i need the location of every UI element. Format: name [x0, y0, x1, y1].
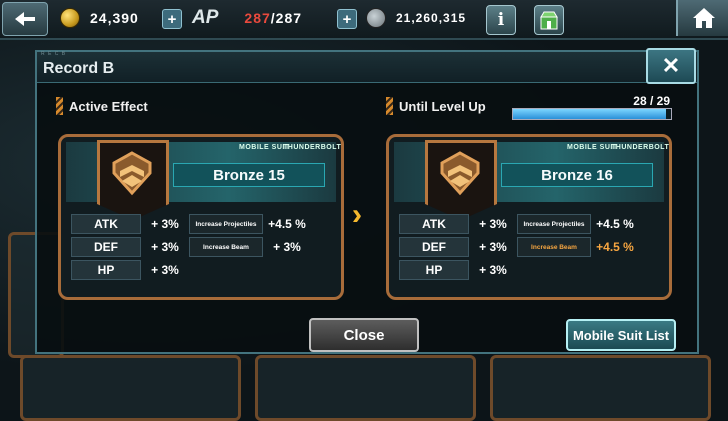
- stat-name: ATK: [399, 214, 469, 234]
- gold-value: 24,390: [90, 10, 139, 26]
- stat-name: ATK: [71, 214, 141, 234]
- active-effect-label: Active Effect: [69, 98, 148, 114]
- shop-button[interactable]: [534, 5, 564, 35]
- stat-name: HP: [399, 260, 469, 280]
- stat-value: + 3%: [479, 263, 507, 277]
- top-bar: 24,390 + AP 287 /287 + 21,260,315 i: [0, 0, 728, 40]
- title-tiny-label: R E C B: [41, 51, 67, 57]
- add-ap-button[interactable]: +: [337, 9, 357, 29]
- background-card: [255, 355, 476, 421]
- until-level-up-tag: Until Level Up: [386, 95, 486, 117]
- close-button[interactable]: Close: [309, 318, 419, 352]
- ap-label: AP: [192, 7, 219, 28]
- effect-name: Increase Beam: [189, 237, 263, 257]
- back-arrow-icon: [15, 12, 35, 26]
- effect-value: +4.5 %: [596, 217, 634, 231]
- stat-value: + 3%: [151, 240, 179, 254]
- crystal-icon: [366, 8, 386, 28]
- thunderbolt-logo: THUNDERBOLT: [611, 144, 670, 151]
- ap-max: /287: [270, 10, 303, 26]
- stat-row-atk: ATK + 3% Increase Projectiles +4.5 %: [71, 214, 311, 234]
- current-rank-card: MOBILE SUIT THUNDERBOLT Bronze 15 ATK + …: [58, 134, 344, 300]
- exp-progress-fill: [513, 109, 666, 119]
- back-button[interactable]: [2, 2, 48, 36]
- mobile-suit-list-button[interactable]: Mobile Suit List: [566, 319, 676, 351]
- next-rank-label: Bronze 16: [501, 163, 653, 187]
- info-icon: i: [497, 10, 505, 30]
- effect-value-highlighted: +4.5 %: [596, 240, 634, 254]
- exp-progress-bar: [512, 108, 672, 120]
- stat-name: DEF: [399, 237, 469, 257]
- bronze-medal-icon: [112, 151, 152, 196]
- stat-row-hp: HP + 3%: [399, 260, 517, 280]
- shop-icon: [540, 11, 558, 30]
- dialog-title: Record B: [43, 60, 115, 77]
- stat-row-hp: HP + 3%: [71, 260, 189, 280]
- stat-value: + 3%: [479, 240, 507, 254]
- medal-frame: [97, 140, 169, 220]
- stat-value: + 3%: [151, 263, 179, 277]
- bronze-medal-icon: [440, 151, 480, 196]
- background-card: [490, 355, 711, 421]
- home-icon: [693, 8, 715, 28]
- active-effect-tag: Active Effect: [56, 95, 148, 117]
- until-level-up-label: Until Level Up: [399, 98, 486, 114]
- home-button[interactable]: [676, 0, 728, 36]
- info-button[interactable]: i: [486, 5, 516, 35]
- effect-name-highlighted: Increase Beam: [517, 237, 591, 257]
- stripes-icon: [386, 97, 393, 115]
- effect-value: + 3%: [273, 240, 301, 254]
- background-card: [20, 355, 241, 421]
- currency-display: 21,260,315: [366, 6, 466, 30]
- thunderbolt-logo: THUNDERBOLT: [283, 144, 342, 151]
- stripes-icon: [56, 97, 63, 115]
- stat-value: + 3%: [151, 217, 179, 231]
- currency-value: 21,260,315: [396, 11, 467, 25]
- exp-text: 28 / 29: [633, 94, 670, 108]
- gold-display: 24,390: [60, 6, 139, 30]
- medal-frame: [425, 140, 497, 220]
- coin-icon: [60, 8, 80, 28]
- stat-row-def: DEF + 3% Increase Beam + 3%: [71, 237, 311, 257]
- dialog-title-bar: R E C B Record B: [37, 51, 697, 83]
- next-rank-card: MOBILE SUIT THUNDERBOLT Bronze 16 ATK + …: [386, 134, 672, 300]
- add-gold-button[interactable]: +: [162, 9, 182, 29]
- stat-value: + 3%: [479, 217, 507, 231]
- close-icon[interactable]: ✕: [646, 48, 696, 84]
- current-rank-label: Bronze 15: [173, 163, 325, 187]
- stat-name: DEF: [71, 237, 141, 257]
- ap-current: 287: [244, 10, 271, 26]
- stat-row-def: DEF + 3% Increase Beam +4.5 %: [399, 237, 639, 257]
- stat-name: HP: [71, 260, 141, 280]
- effect-value: +4.5 %: [268, 217, 306, 231]
- stat-row-atk: ATK + 3% Increase Projectiles +4.5 %: [399, 214, 639, 234]
- effect-name: Increase Projectiles: [517, 214, 591, 234]
- ap-display: AP 287 /287: [192, 6, 302, 30]
- effect-name: Increase Projectiles: [189, 214, 263, 234]
